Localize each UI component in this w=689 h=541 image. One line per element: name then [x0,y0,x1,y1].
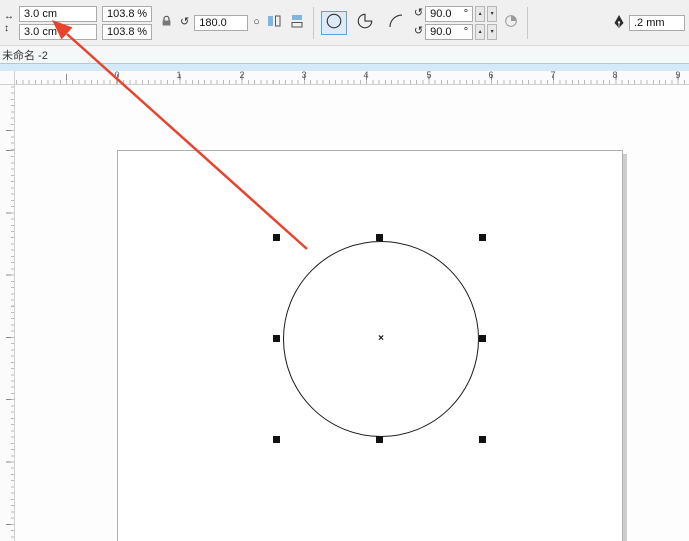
size-icon-column: ↔ ↕ [4,12,14,34]
app-window: ↔ ↕ 3.0 cm 3.0 cm 103.8 % 103.8 % [0,0,689,541]
end-angle-value: 90.0 [430,26,464,38]
ellipse-angle-fields: ↺ 90.0 ° ▴ ▾ ↺ 90.0 ° ▴ ▾ [414,6,497,40]
ruler-number: 1 [176,71,181,80]
degree-label: ° [464,8,468,20]
mirror-horizontal-icon [267,14,281,31]
toolbar-separator [313,7,314,39]
lock-ratio-button[interactable] [157,14,175,32]
selection-handle-top-center[interactable] [376,234,383,241]
outline-pen-icon [613,14,625,32]
object-height-value: 3.0 cm [24,26,92,38]
object-width-icon: ↔ [4,12,14,22]
start-angle-icon: ↺ [414,8,423,19]
vertical-ruler[interactable] [0,85,15,541]
scale-vertical-value: 103.8 [107,26,137,38]
end-angle-row: ↺ 90.0 ° ▴ ▾ [414,24,497,40]
object-width-value: 3.0 cm [24,8,92,20]
change-direction-button[interactable] [502,14,520,32]
ruler-number: 9 [675,71,680,80]
pie-icon [356,12,374,33]
property-bar: ↔ ↕ 3.0 cm 3.0 cm 103.8 % 103.8 % [0,0,689,46]
object-height-field[interactable]: 3.0 cm [19,24,97,40]
change-direction-icon [503,13,519,32]
end-angle-down-button[interactable]: ▾ [487,24,497,40]
arc-icon [387,12,405,33]
start-angle-up-button[interactable]: ▴ [475,6,485,22]
start-angle-value: 90.0 [430,8,464,20]
end-angle-icon: ↺ [414,26,423,37]
ellipse-icon [325,12,343,33]
percent-label: % [137,8,147,20]
ellipse-mode-button[interactable] [321,11,347,35]
scale-horizontal-value: 103.8 [107,8,137,20]
degree-label: ° [464,26,468,38]
mirror-vertical-icon [290,14,304,31]
selection-handle-bottom-left[interactable] [273,436,280,443]
scale-fields: 103.8 % 103.8 % [102,6,152,40]
selection-handle-middle-left[interactable] [273,335,280,342]
rotation-angle-value: 180.0 [199,17,243,29]
start-angle-field[interactable]: 90.0 ° [425,6,473,22]
outline-width-value: .2 mm [634,17,680,29]
pie-mode-button[interactable] [352,11,378,35]
end-angle-field[interactable]: 90.0 ° [425,24,473,40]
percent-label: % [137,26,147,38]
tab-accent-strip [0,63,689,71]
object-height-icon: ↕ [4,24,14,34]
mirror-vertical-button[interactable] [288,14,306,32]
selection-handle-top-right[interactable] [479,234,486,241]
rotate-icon: ↺ [180,17,189,28]
drawing-canvas[interactable]: × [15,85,689,541]
ruler-number: 0 [114,71,119,80]
end-angle-up-button[interactable]: ▴ [475,24,485,40]
horizontal-ruler[interactable]: 0 1 2 3 4 5 6 7 8 9 [15,71,689,85]
start-angle-row: ↺ 90.0 ° ▴ ▾ [414,6,497,22]
ruler-number: 5 [426,71,431,80]
selection-handle-bottom-center[interactable] [376,436,383,443]
mirror-horizontal-button[interactable] [265,14,283,32]
ruler-number: 4 [363,71,368,80]
rotation-indicator-icon: ○ [253,17,260,28]
arc-mode-button[interactable] [383,11,409,35]
ruler-number: 6 [488,71,493,80]
scale-vertical-field[interactable]: 103.8 % [102,24,152,40]
document-tab-bar: 未命名 -2 [0,46,689,63]
selection-handle-top-left[interactable] [273,234,280,241]
ruler-number: 3 [301,71,306,80]
rotation-angle-field[interactable]: 180.0 [194,15,248,31]
ruler-number: 2 [239,71,244,80]
document-tab[interactable]: 未命名 -2 [2,47,48,63]
start-angle-down-button[interactable]: ▾ [487,6,497,22]
object-size-fields: 3.0 cm 3.0 cm [19,6,97,40]
selection-handle-bottom-right[interactable] [479,436,486,443]
scale-horizontal-field[interactable]: 103.8 % [102,6,152,22]
lock-icon [161,15,172,30]
toolbar-separator [527,7,528,39]
ruler-number: 8 [612,71,617,80]
outline-width-field[interactable]: .2 mm [629,15,685,31]
ruler-origin-box[interactable] [0,71,15,85]
ruler-number: 7 [550,71,555,80]
object-width-field[interactable]: 3.0 cm [19,6,97,22]
outline-group: .2 mm [613,14,685,32]
selection-handle-middle-right[interactable] [479,335,486,342]
object-center-marker[interactable]: × [378,334,384,344]
